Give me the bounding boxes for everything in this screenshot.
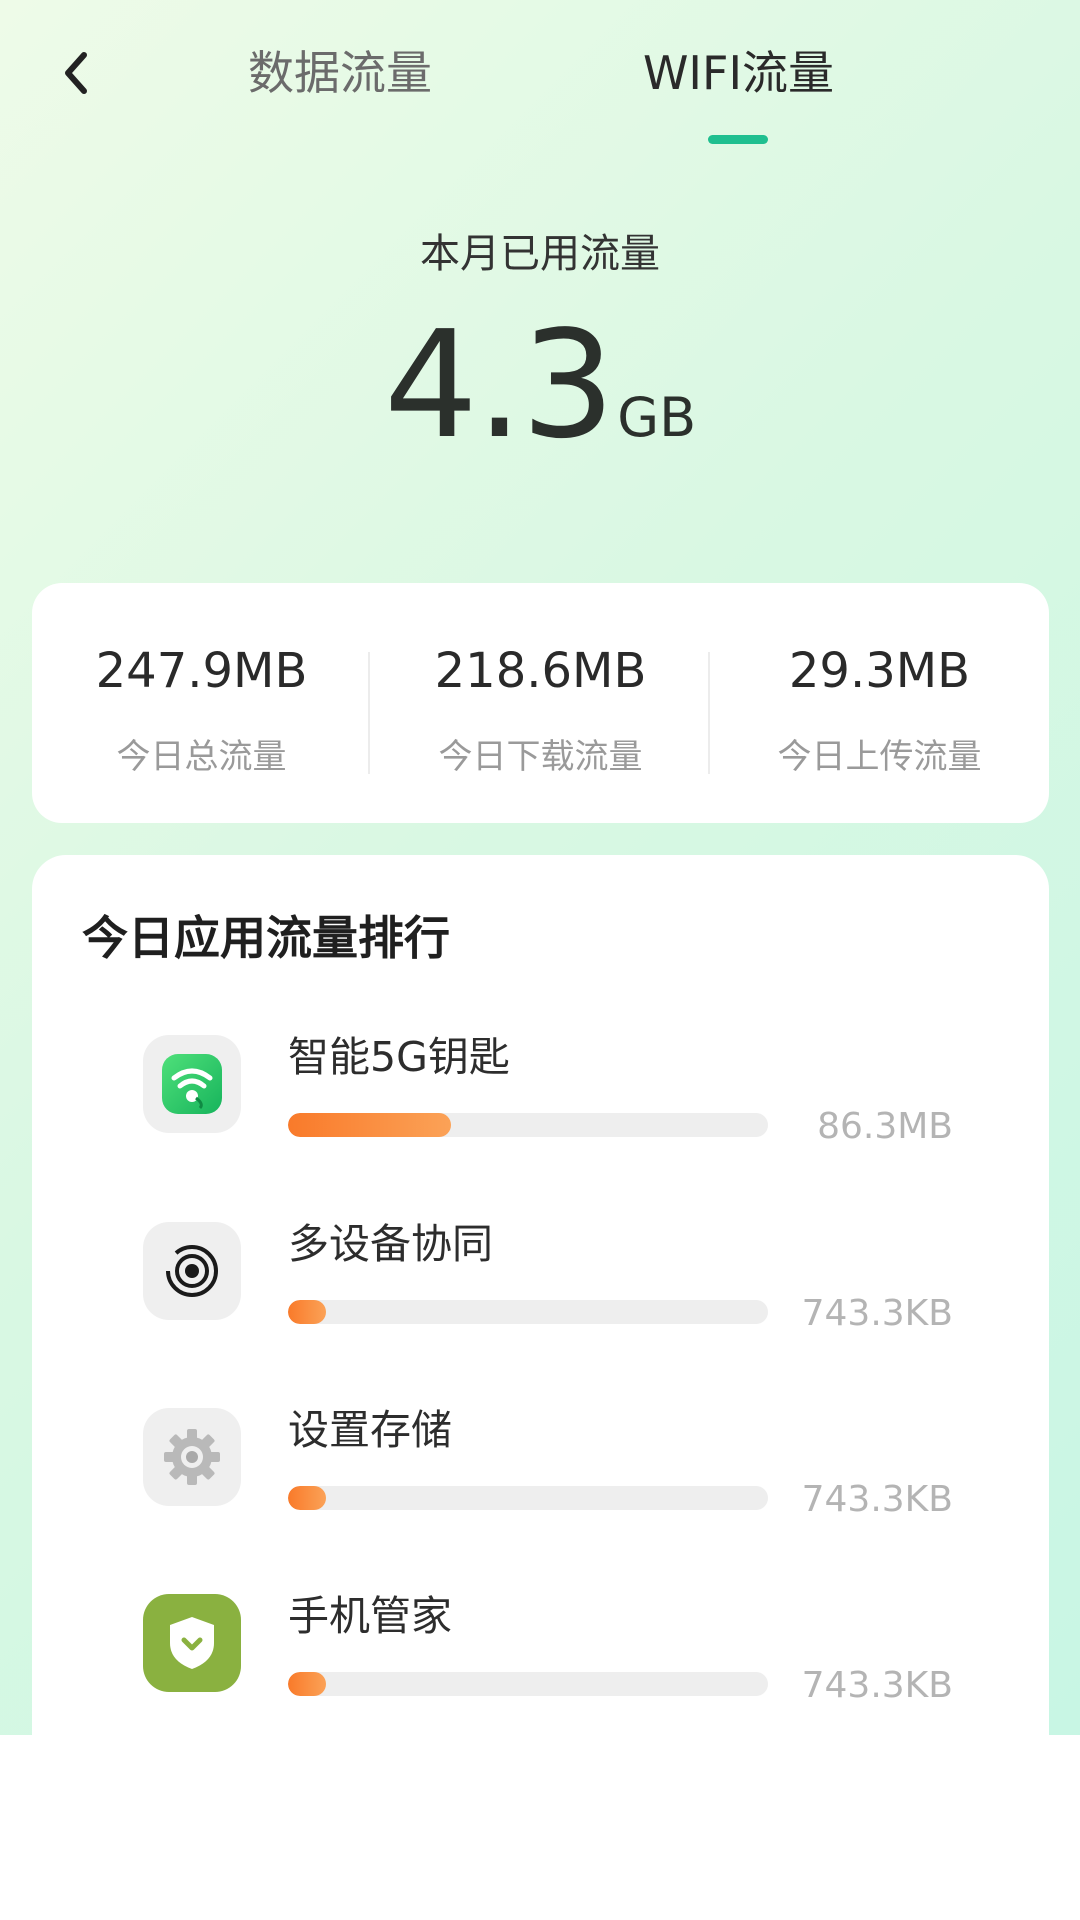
app-row[interactable]: 手机管家 743.3KB xyxy=(0,1592,1080,1734)
app-row[interactable]: 设置存储 743.3KB xyxy=(0,1406,1080,1548)
monthly-usage-value: 4.3GB xyxy=(0,310,1080,460)
stat-total: 247.9MB 今日总流量 xyxy=(32,583,371,823)
app-name: 设置存储 xyxy=(288,1406,452,1454)
app-name: 手机管家 xyxy=(288,1592,452,1640)
usage-bar-track xyxy=(288,1113,768,1137)
app-icon xyxy=(143,1222,241,1320)
top-bar: 数据流量 WIFI流量 xyxy=(0,0,1080,150)
today-stats-card: 247.9MB 今日总流量 218.6MB 今日下载流量 29.3MB 今日上传… xyxy=(32,583,1049,823)
chevron-left-icon xyxy=(65,52,87,94)
monthly-usage-unit: GB xyxy=(617,386,697,449)
app-row[interactable]: 智能5G钥匙 86.3MB xyxy=(0,1033,1080,1175)
stat-upload-label: 今日上传流量 xyxy=(777,737,982,777)
back-button[interactable] xyxy=(50,45,100,101)
stat-total-value: 247.9MB xyxy=(95,643,308,699)
app-icon xyxy=(143,1408,241,1506)
app-usage-size: 743.3KB xyxy=(801,1293,953,1334)
app-usage-size: 86.3MB xyxy=(817,1106,953,1147)
app-ranking-title: 今日应用流量排行 xyxy=(82,911,450,965)
monthly-usage-number: 4.3 xyxy=(383,299,615,471)
active-tab-indicator xyxy=(708,135,768,144)
gear-icon xyxy=(164,1429,220,1485)
usage-bar-track xyxy=(288,1300,768,1324)
stat-download: 218.6MB 今日下载流量 xyxy=(371,583,710,823)
tab-wifi-traffic[interactable]: WIFI流量 xyxy=(626,40,851,106)
shield-icon xyxy=(170,1617,214,1669)
app-name: 智能5G钥匙 xyxy=(288,1033,510,1081)
stat-download-label: 今日下载流量 xyxy=(438,737,643,777)
monthly-usage-title: 本月已用流量 xyxy=(420,231,660,277)
stat-total-label: 今日总流量 xyxy=(116,737,287,777)
app-icon xyxy=(143,1035,241,1133)
app-usage-size: 743.3KB xyxy=(801,1479,953,1520)
stat-upload: 29.3MB 今日上传流量 xyxy=(710,583,1049,823)
usage-bar-fill xyxy=(288,1113,452,1137)
wifi-key-icon xyxy=(162,1054,222,1114)
app-icon xyxy=(143,1594,241,1692)
stat-upload-value: 29.3MB xyxy=(788,643,971,699)
usage-bar-track xyxy=(288,1672,768,1696)
stat-download-value: 218.6MB xyxy=(434,643,647,699)
app-row[interactable]: 多设备协同 743.3KB xyxy=(0,1220,1080,1362)
usage-bar-fill xyxy=(288,1672,327,1696)
app-name: 多设备协同 xyxy=(288,1220,493,1268)
usage-bar-fill xyxy=(288,1300,327,1324)
stats-divider xyxy=(708,652,710,774)
stats-divider xyxy=(368,652,370,774)
tab-data-traffic[interactable]: 数据流量 xyxy=(230,40,450,106)
app-usage-size: 743.3KB xyxy=(801,1665,953,1706)
usage-bar-track xyxy=(288,1486,768,1510)
device-sync-icon xyxy=(165,1245,218,1297)
usage-bar-fill xyxy=(288,1486,327,1510)
